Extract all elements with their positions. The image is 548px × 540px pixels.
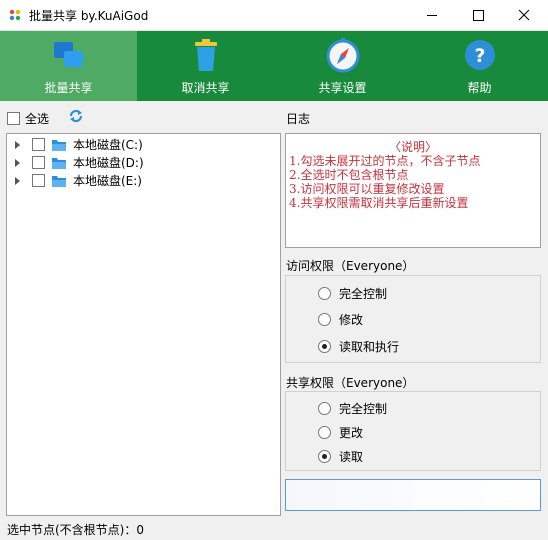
share-option-change[interactable]: 更改 xyxy=(318,424,363,440)
radio-label: 更改 xyxy=(339,425,364,440)
radio-button[interactable] xyxy=(318,425,331,439)
expand-arrow-icon[interactable] xyxy=(15,140,20,149)
toolbar-label: 批量共享 xyxy=(44,81,93,95)
radio-label: 完全控制 xyxy=(339,401,388,416)
log-line: 4.共享权限需取消共享后重新设置 xyxy=(289,196,469,210)
access-option-read-execute[interactable]: 读取和执行 xyxy=(318,338,399,354)
toolbar-cancel-share-button[interactable]: 取消共享 xyxy=(137,31,274,101)
tree-checkbox[interactable] xyxy=(32,156,45,169)
maximize-icon xyxy=(473,10,484,21)
trash-icon xyxy=(194,39,217,71)
radio-button[interactable] xyxy=(318,312,331,326)
share-option-full-control[interactable]: 完全控制 xyxy=(318,400,387,416)
svg-text:?: ? xyxy=(474,45,485,67)
access-option-modify[interactable]: 修改 xyxy=(318,311,363,327)
close-button[interactable] xyxy=(501,0,547,31)
log-box[interactable]: 〈说明〉 1.勾选未展开过的节点，不含子节点 2.全选时不包含根节点 3.访问权… xyxy=(285,133,541,248)
access-permission-group: 完全控制 修改 读取和执行 xyxy=(285,275,541,363)
folder-icon xyxy=(52,175,66,187)
log-title: 日志 xyxy=(286,112,311,126)
radio-label: 读取和执行 xyxy=(339,339,400,354)
tree-item-e[interactable]: 本地磁盘(E:) xyxy=(7,172,277,189)
title-bar: 批量共享 by.KuAiGod xyxy=(0,0,548,31)
toolbar-label: 取消共享 xyxy=(181,81,230,95)
status-text: 选中节点(不含根节点)：0 xyxy=(7,523,144,537)
toolbar-share-settings-button[interactable]: 共享设置 xyxy=(274,31,411,101)
windows-share-icon xyxy=(53,42,83,67)
maximize-button[interactable] xyxy=(455,0,501,31)
select-all-checkbox[interactable]: 全选 xyxy=(7,110,49,126)
tree-item-label: 本地磁盘(E:) xyxy=(73,174,142,188)
folder-icon xyxy=(52,139,66,151)
access-option-full-control[interactable]: 完全控制 xyxy=(318,285,387,301)
share-option-read[interactable]: 读取 xyxy=(318,448,363,464)
select-all-label: 全选 xyxy=(25,111,50,126)
radio-button-selected[interactable] xyxy=(318,339,331,353)
drive-tree: 本地磁盘(C:) 本地磁盘(D:) 本地磁盘(E:) xyxy=(6,133,281,516)
help-icon: ? xyxy=(464,40,495,70)
expand-arrow-icon[interactable] xyxy=(15,158,20,167)
radio-button[interactable] xyxy=(318,286,331,300)
select-all-box[interactable] xyxy=(7,111,20,125)
radio-label: 修改 xyxy=(339,312,364,327)
compass-icon xyxy=(326,38,359,73)
toolbar-batch-share-button[interactable]: 批量共享 xyxy=(0,31,137,101)
radio-label: 完全控制 xyxy=(339,286,388,301)
tree-checkbox[interactable] xyxy=(32,138,45,151)
close-icon xyxy=(518,9,530,21)
access-permission-title: 访问权限（Everyone） xyxy=(286,259,415,273)
toolbar-label: 帮助 xyxy=(467,81,492,95)
tree-item-label: 本地磁盘(D:) xyxy=(73,156,144,170)
refresh-icon[interactable] xyxy=(68,108,84,124)
toolbar-help-button[interactable]: ? 帮助 xyxy=(411,31,548,101)
radio-label: 读取 xyxy=(339,449,364,464)
apply-button[interactable] xyxy=(285,479,541,511)
tree-checkbox[interactable] xyxy=(32,174,45,187)
tree-item-c[interactable]: 本地磁盘(C:) xyxy=(7,136,277,153)
main-toolbar: 批量共享 取消共享 共享设置 ? 帮助 xyxy=(0,31,548,101)
share-permission-title: 共享权限（Everyone） xyxy=(286,376,415,390)
folder-icon xyxy=(52,157,66,169)
minimize-button[interactable] xyxy=(409,0,455,31)
radio-button-selected[interactable] xyxy=(318,449,331,463)
expand-arrow-icon[interactable] xyxy=(15,176,20,185)
window-title: 批量共享 by.KuAiGod xyxy=(29,9,149,23)
app-logo-icon xyxy=(9,9,21,21)
tree-item-d[interactable]: 本地磁盘(D:) xyxy=(7,154,277,171)
minimize-icon xyxy=(427,15,437,16)
radio-button[interactable] xyxy=(318,401,331,415)
share-permission-group: 完全控制 更改 读取 xyxy=(285,391,541,471)
toolbar-label: 共享设置 xyxy=(318,81,367,95)
tree-item-label: 本地磁盘(C:) xyxy=(73,138,143,152)
